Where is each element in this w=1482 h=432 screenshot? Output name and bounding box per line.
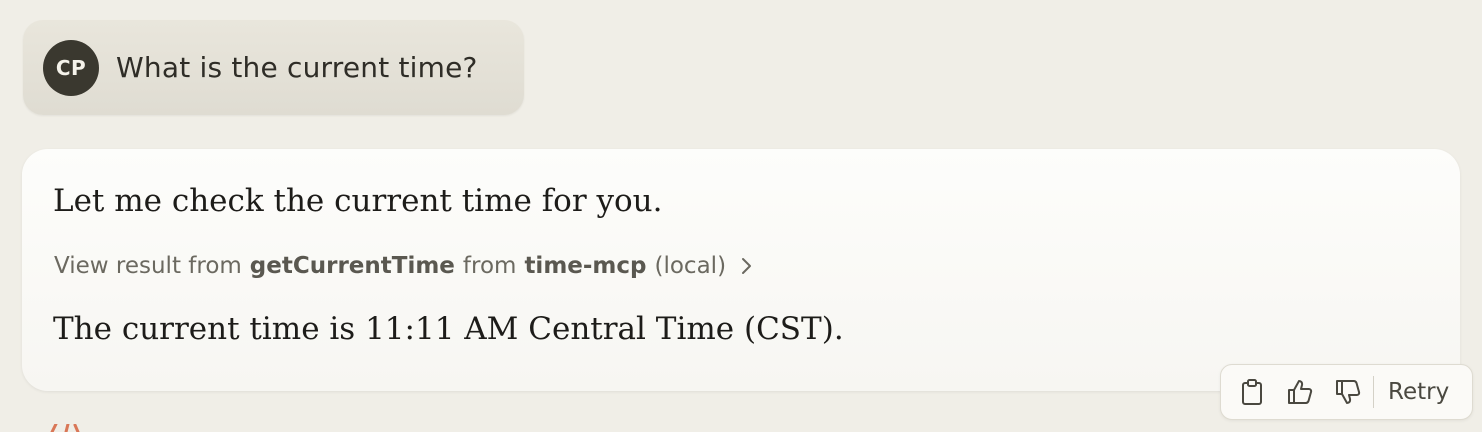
clipboard-icon [1242,379,1262,405]
thumbs-down-icon [1336,380,1361,404]
tool-from-word: from [462,253,517,279]
assistant-answer-text: The current time is 11:11 AM Central Tim… [53,311,844,347]
user-message: CP What is the current time? [23,20,524,115]
copy-button[interactable] [1237,377,1267,407]
thumbs-up-button[interactable] [1285,377,1315,407]
tool-result-prefix: View result from [54,253,242,279]
tool-result-toggle[interactable]: View result from getCurrentTime from tim… [54,253,754,279]
server-name: time-mcp [524,253,647,279]
user-message-text: What is the current time? [116,51,478,84]
tool-name: getCurrentTime [249,253,455,279]
message-actions-toolbar: Retry [1220,364,1473,420]
assistant-message: Let me check the current time for you. V… [22,149,1460,391]
thumbs-down-button[interactable] [1333,377,1363,407]
toolbar-divider [1373,376,1374,408]
assistant-intro-text: Let me check the current time for you. [53,183,663,219]
chevron-right-icon [742,258,752,274]
server-location: (local) [654,253,727,279]
avatar[interactable]: CP [43,39,99,96]
claude-logo-icon [50,424,80,432]
retry-button[interactable]: Retry [1388,379,1449,405]
thumbs-up-icon [1288,380,1313,404]
